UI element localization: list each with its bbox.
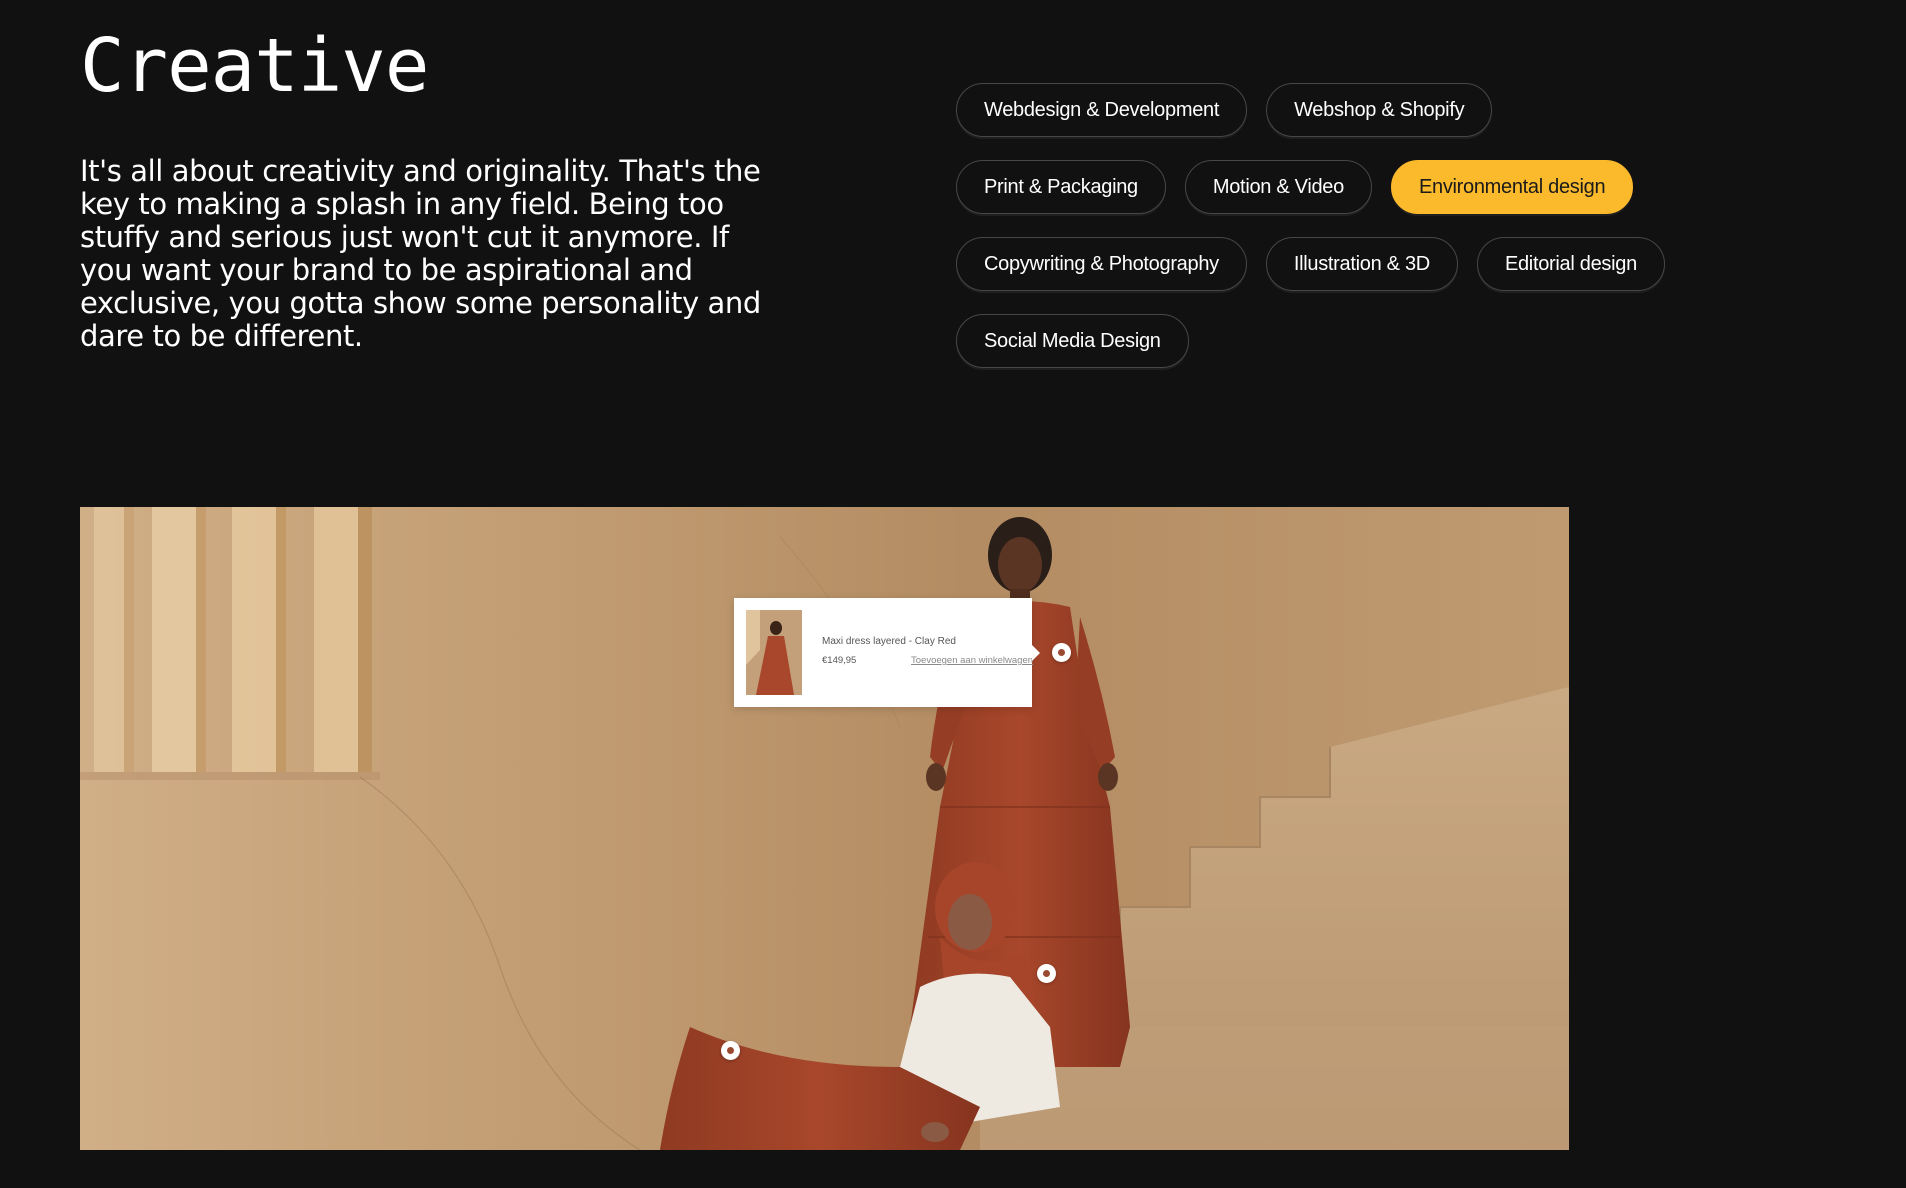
- hero-image: Maxi dress layered - Clay Red €149,95 To…: [80, 507, 1569, 1150]
- product-price: €149,95: [822, 655, 857, 666]
- product-card[interactable]: Maxi dress layered - Clay Red €149,95 To…: [734, 598, 1040, 707]
- product-thumbnail-image: [746, 610, 802, 695]
- hotspot-marker[interactable]: [1052, 643, 1071, 662]
- product-name: Maxi dress layered - Clay Red: [822, 636, 956, 647]
- tag-illustration-3d[interactable]: Illustration & 3D: [1265, 237, 1458, 291]
- tag-motion-video[interactable]: Motion & Video: [1184, 160, 1372, 214]
- page-title: Creative: [80, 23, 429, 109]
- product-thumbnail: [746, 610, 802, 695]
- tag-webshop-shopify[interactable]: Webshop & Shopify: [1266, 83, 1493, 137]
- category-tags: Webdesign & Development Webshop & Shopif…: [956, 83, 1716, 368]
- tag-copywriting-photography[interactable]: Copywriting & Photography: [956, 237, 1247, 291]
- tag-webdesign-development[interactable]: Webdesign & Development: [956, 83, 1248, 137]
- hotspot-marker[interactable]: [1037, 964, 1056, 983]
- tag-editorial-design[interactable]: Editorial design: [1476, 237, 1665, 291]
- intro-text: It's all about creativity and originalit…: [80, 154, 761, 353]
- add-to-cart-link[interactable]: Toevoegen aan winkelwagen: [911, 655, 1033, 666]
- hotspot-marker[interactable]: [721, 1041, 740, 1060]
- tag-print-packaging[interactable]: Print & Packaging: [956, 160, 1166, 214]
- tag-social-media-design[interactable]: Social Media Design: [956, 314, 1189, 368]
- tag-environmental-design[interactable]: Environmental design: [1390, 160, 1634, 214]
